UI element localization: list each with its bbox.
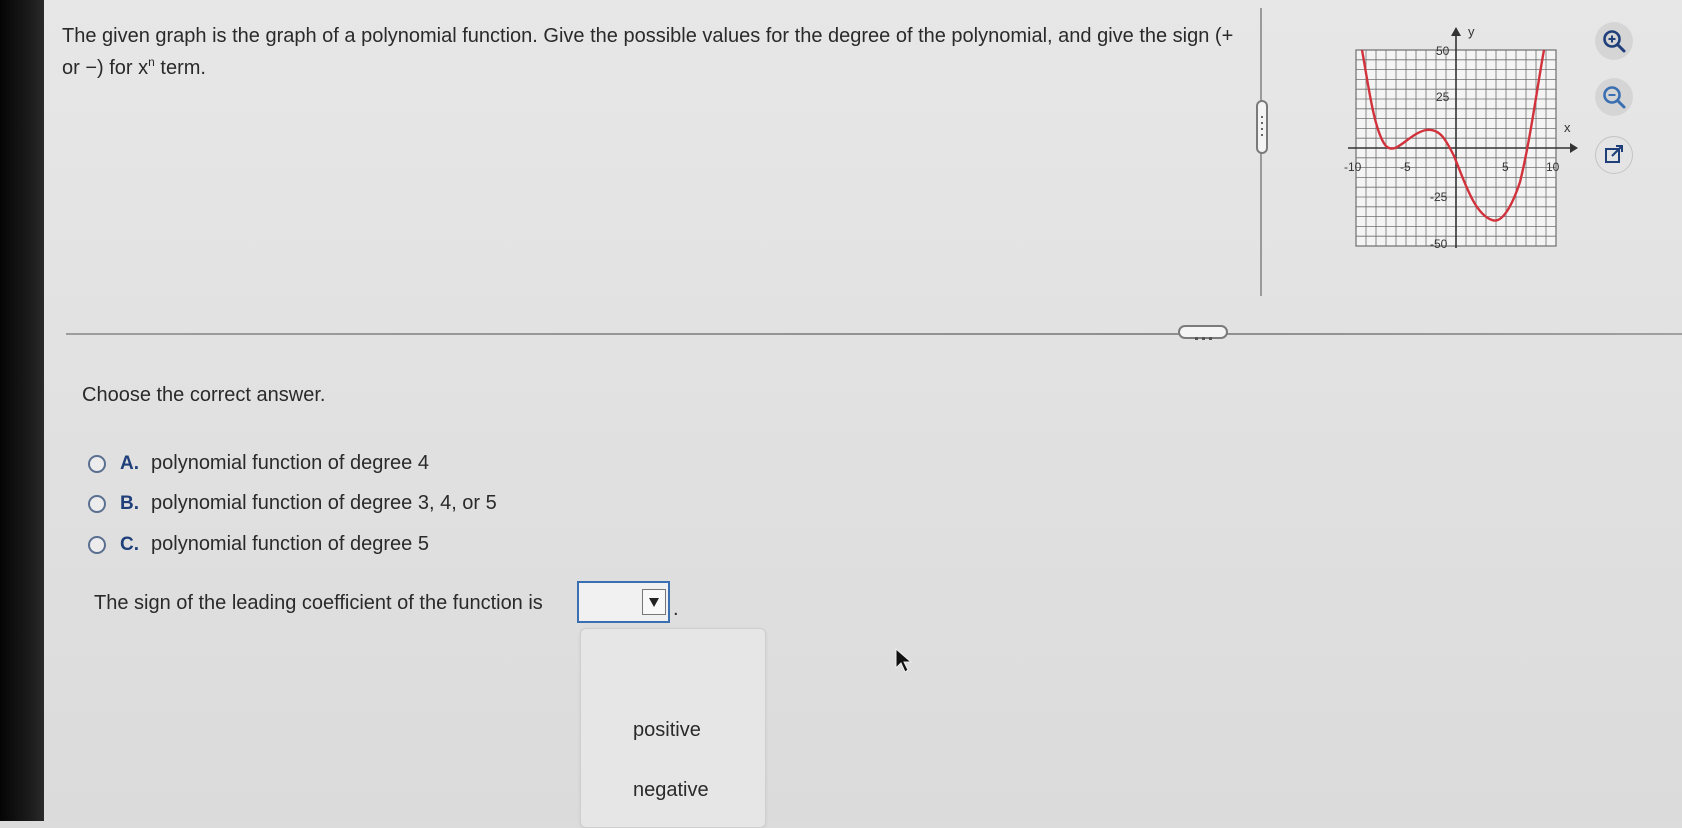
y-tick-label: -25 — [1430, 190, 1448, 204]
option-b[interactable]: B. polynomial function of degree 3, 4, o… — [88, 492, 497, 515]
sign-question-text: The sign of the leading coefficient of t… — [94, 592, 543, 614]
open-in-new-window-button[interactable] — [1595, 136, 1633, 174]
option-letter: C. — [120, 533, 139, 555]
leading-coefficient-sign-select[interactable] — [577, 581, 670, 623]
y-tick-label: -50 — [1430, 237, 1448, 251]
chevron-down-icon — [649, 598, 659, 607]
option-c-radio[interactable] — [88, 535, 106, 554]
option-text: polynomial function of degree 5 — [151, 533, 429, 555]
option-b-radio[interactable] — [88, 494, 106, 513]
option-letter: B. — [120, 492, 139, 514]
x-tick-label: -10 — [1344, 160, 1362, 174]
option-letter: A. — [120, 452, 139, 474]
zoom-out-button[interactable] — [1595, 78, 1633, 116]
y-axis-label: y — [1468, 24, 1475, 39]
menu-item-positive[interactable]: positive — [633, 719, 701, 742]
y-axis-arrow-icon — [1451, 27, 1461, 36]
x-tick-label: 5 — [1502, 160, 1509, 174]
question-tail-text: term. — [154, 57, 206, 79]
polynomial-graph: y x -10 -5 5 10 50 25 -25 -50 — [1344, 24, 1578, 251]
option-a-radio[interactable] — [88, 454, 106, 473]
question-exponent: n — [148, 55, 155, 69]
y-tick-label: 50 — [1436, 44, 1450, 58]
question-main-text: The given graph is the graph of a polyno… — [62, 25, 1234, 79]
option-c[interactable]: C. polynomial function of degree 5 — [88, 533, 429, 556]
external-link-icon — [1605, 145, 1623, 163]
question-text: The given graph is the graph of a polyno… — [62, 20, 1242, 84]
y-tick-label: 25 — [1436, 90, 1450, 104]
x-axis-label: x — [1564, 120, 1571, 135]
option-a[interactable]: A. polynomial function of degree 4 — [88, 452, 429, 475]
zoom-in-icon — [1603, 30, 1626, 53]
screen-bezel — [0, 0, 44, 821]
dropdown-arrow-button[interactable] — [642, 589, 666, 615]
menu-item-negative[interactable]: negative — [633, 779, 709, 802]
sign-dropdown-menu: positive negative — [580, 628, 766, 828]
sentence-period: . — [673, 598, 679, 620]
vertical-resize-handle[interactable] — [1256, 100, 1268, 154]
mouse-pointer-icon — [895, 648, 913, 673]
option-text: polynomial function of degree 4 — [151, 452, 429, 474]
zoom-in-button[interactable] — [1595, 22, 1633, 60]
x-axis-arrow-icon — [1570, 143, 1578, 153]
x-tick-label: 10 — [1546, 160, 1560, 174]
answer-prompt: Choose the correct answer. — [82, 384, 326, 406]
horizontal-resize-handle[interactable] — [1178, 325, 1228, 340]
zoom-out-icon — [1603, 86, 1626, 109]
horizontal-divider — [66, 333, 1682, 335]
x-tick-label: -5 — [1400, 160, 1411, 174]
option-text: polynomial function of degree 3, 4, or 5 — [151, 492, 497, 514]
